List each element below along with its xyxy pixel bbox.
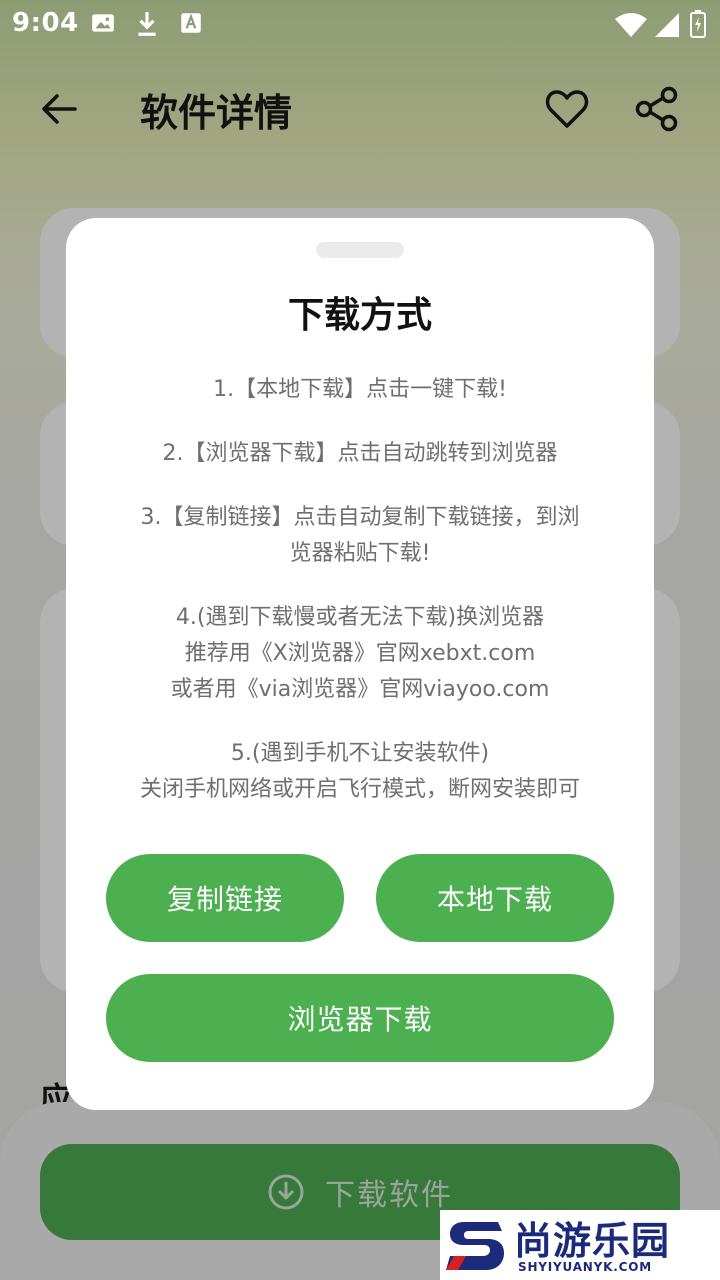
instruction-text: 览器粘贴下载! bbox=[289, 541, 431, 566]
instruction-text: 2.【浏览器下载】点击自动跳转到浏览器 bbox=[162, 441, 558, 466]
watermark-logo bbox=[446, 1214, 506, 1274]
local-download-button[interactable]: 本地下载 bbox=[376, 854, 614, 942]
page-title: 软件详情 bbox=[140, 91, 293, 135]
download-method-dialog: 下载方式 1.【本地下载】点击一键下载! 2.【浏览器下载】点击自动跳转到浏览器… bbox=[66, 218, 654, 1110]
favorite-button[interactable] bbox=[540, 82, 594, 136]
back-button[interactable] bbox=[34, 86, 84, 132]
instruction-text: 或者用《via浏览器》官网viayoo.com bbox=[170, 677, 550, 702]
image-icon bbox=[90, 10, 116, 40]
app-bar: 软件详情 bbox=[0, 60, 720, 156]
copy-link-button[interactable]: 复制链接 bbox=[106, 854, 344, 942]
instruction-text: 关闭手机网络或开启飞行模式，断网安装即可 bbox=[139, 777, 580, 802]
download-circle-icon bbox=[268, 1174, 304, 1210]
download-icon bbox=[134, 10, 160, 42]
share-icon bbox=[635, 86, 678, 132]
arrow-left-icon bbox=[42, 94, 77, 124]
instruction-text: 3.【复制链接】点击自动复制下载链接，到浏 bbox=[140, 505, 580, 530]
instruction-step-3: 3.【复制链接】点击自动复制下载链接，到浏 览器粘贴下载! bbox=[86, 500, 634, 572]
share-button[interactable] bbox=[630, 82, 684, 136]
instruction-step-4: 4.(遇到下载慢或者无法下载)换浏览器 推荐用《X浏览器》官网xebxt.com… bbox=[86, 600, 634, 708]
instruction-text: 4.(遇到下载慢或者无法下载)换浏览器 bbox=[175, 605, 545, 630]
watermark-url: SHYIYUANYK.COM bbox=[518, 1260, 652, 1274]
watermark-name: 尚游乐园 bbox=[514, 1219, 671, 1263]
instruction-text: 推荐用《X浏览器》官网xebxt.com bbox=[184, 641, 536, 666]
status-time: 9:04 bbox=[12, 8, 79, 38]
browser-download-button[interactable]: 浏览器下载 bbox=[106, 974, 614, 1062]
status-bar: 9:04 bbox=[0, 0, 720, 50]
download-software-label: 下载软件 bbox=[325, 1178, 453, 1213]
instruction-step-2: 2.【浏览器下载】点击自动跳转到浏览器 bbox=[86, 436, 634, 472]
heart-outline-icon bbox=[545, 90, 589, 128]
wifi-icon bbox=[614, 12, 648, 42]
signal-icon bbox=[654, 12, 680, 42]
font-icon bbox=[178, 10, 204, 40]
instruction-step-1: 1.【本地下载】点击一键下载! bbox=[86, 372, 634, 408]
site-watermark: 尚游乐园 SHYIYUANYK.COM bbox=[440, 1210, 720, 1280]
instruction-text: 5.(遇到手机不让安装软件) bbox=[230, 741, 490, 766]
battery-icon bbox=[690, 10, 706, 42]
instruction-text: 1.【本地下载】点击一键下载! bbox=[213, 377, 507, 402]
drag-handle[interactable] bbox=[316, 242, 404, 258]
dialog-title: 下载方式 bbox=[287, 295, 432, 336]
instruction-step-5: 5.(遇到手机不让安装软件) 关闭手机网络或开启飞行模式，断网安装即可 bbox=[86, 736, 634, 808]
